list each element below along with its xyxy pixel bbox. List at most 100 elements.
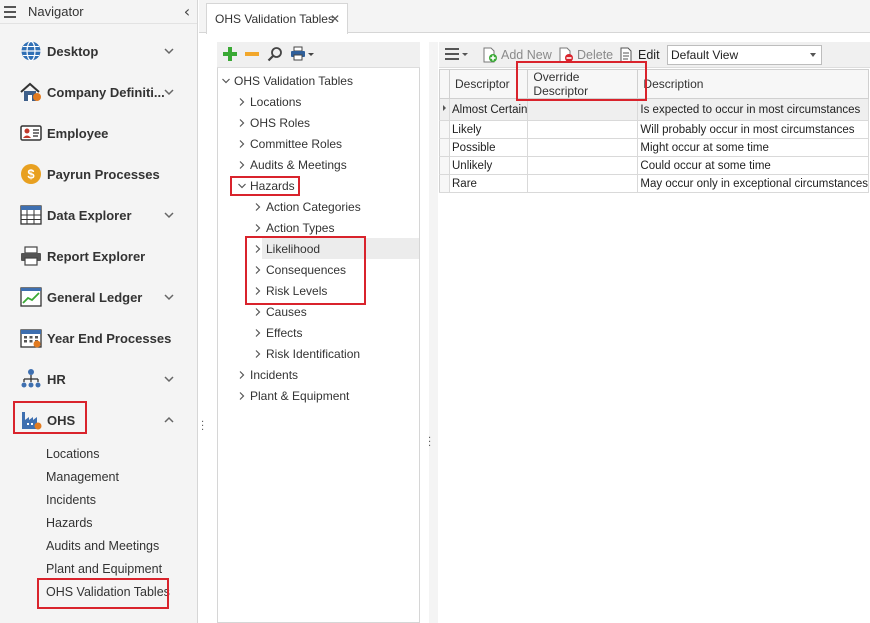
app-window: Navigator ‹ Desktop Company Definiti... … <box>0 0 870 623</box>
collapsed-arrow-icon[interactable] <box>237 160 247 170</box>
nav-item-employee[interactable]: Employee <box>0 118 198 148</box>
svg-text:$: $ <box>27 167 35 182</box>
cell-descriptor[interactable]: Rare <box>448 174 529 193</box>
chevron-down-icon[interactable] <box>162 208 176 222</box>
row-indicator[interactable] <box>439 138 450 157</box>
nav-subitem-hazards[interactable]: Hazards <box>46 516 93 530</box>
tree-node-causes[interactable]: Causes <box>253 301 307 322</box>
add-icon[interactable] <box>222 46 238 62</box>
chevron-down-icon[interactable] <box>162 290 176 304</box>
collapsed-arrow-icon[interactable] <box>237 391 247 401</box>
print-dropdown-icon[interactable] <box>290 46 316 62</box>
nav-item-desktop[interactable]: Desktop <box>0 36 198 66</box>
search-icon[interactable] <box>267 46 283 62</box>
cell-description[interactable]: Might occur at some time <box>637 138 869 157</box>
cell-descriptor[interactable]: Likely <box>448 120 529 139</box>
nav-item-label: General Ledger <box>47 289 143 305</box>
chevron-down-icon[interactable] <box>162 85 176 99</box>
nav-subitem-management[interactable]: Management <box>46 470 119 484</box>
tree-node-root[interactable]: OHS Validation Tables <box>221 70 353 91</box>
nav-item-label: HR <box>47 371 66 387</box>
tab-ohs-validation-tables[interactable]: OHS Validation Tables ✕ <box>206 3 348 34</box>
nav-item-company-definitions[interactable]: Company Definiti... <box>0 77 198 107</box>
row-indicator[interactable] <box>439 98 450 121</box>
cell-override[interactable] <box>527 174 639 193</box>
tree-node-committee-roles[interactable]: Committee Roles <box>237 133 342 154</box>
tree-node-incidents[interactable]: Incidents <box>237 364 298 385</box>
nav-item-year-end-processes[interactable]: Year End Processes <box>0 323 198 353</box>
current-row-arrow-icon <box>443 105 446 111</box>
row-indicator-header <box>439 69 450 99</box>
tree-node-locations[interactable]: Locations <box>237 91 301 112</box>
nav-subitem-audits-and-meetings[interactable]: Audits and Meetings <box>46 539 159 553</box>
row-indicator[interactable] <box>439 120 450 139</box>
nav-subitem-locations[interactable]: Locations <box>46 447 100 461</box>
tree-node-label: Effects <box>266 325 303 340</box>
table-row[interactable]: Possible Might occur at some time <box>439 138 869 157</box>
table-row[interactable]: Almost Certain Is expected to occur in m… <box>439 98 869 121</box>
nav-item-label: Company Definiti... <box>47 84 165 100</box>
splitter-grip-icon[interactable]: · · · <box>428 434 431 452</box>
cell-descriptor[interactable]: Possible <box>448 138 529 157</box>
collapsed-arrow-icon[interactable] <box>253 328 263 338</box>
nav-subitem-plant-and-equipment[interactable]: Plant and Equipment <box>46 562 162 576</box>
collapsed-arrow-icon[interactable] <box>253 223 263 233</box>
cell-descriptor[interactable]: Unlikely <box>448 156 529 175</box>
chevron-down-icon[interactable] <box>162 44 176 58</box>
tree-node-label: OHS Validation Tables <box>234 73 353 88</box>
cell-description[interactable]: May occur only in exceptional circumstan… <box>637 174 869 193</box>
table-row[interactable]: Rare May occur only in exceptional circu… <box>439 174 869 193</box>
cell-description[interactable]: Will probably occur in most circumstance… <box>637 120 869 139</box>
collapsed-arrow-icon[interactable] <box>253 307 263 317</box>
navigator-title: Navigator <box>28 4 84 19</box>
hamburger-menu-icon[interactable] <box>4 5 16 18</box>
panel-splitter-grip[interactable]: · · · <box>201 418 204 436</box>
row-indicator[interactable] <box>439 156 450 175</box>
expanded-arrow-icon[interactable] <box>221 76 231 86</box>
nav-item-label: Desktop <box>47 43 99 59</box>
collapsed-arrow-icon[interactable] <box>237 97 247 107</box>
table-row[interactable]: Likely Will probably occur in most circu… <box>439 120 869 139</box>
close-tab-icon[interactable]: ✕ <box>330 12 340 26</box>
cell-override[interactable] <box>527 98 639 121</box>
collapse-navigator-icon[interactable]: ‹ <box>177 2 197 21</box>
nav-item-general-ledger[interactable]: General Ledger <box>0 282 198 312</box>
collapsed-arrow-icon[interactable] <box>253 202 263 212</box>
tree-node-plant-equipment[interactable]: Plant & Equipment <box>237 385 349 406</box>
cell-description[interactable]: Is expected to occur in most circumstanc… <box>637 98 869 121</box>
table-row[interactable]: Unlikely Could occur at some time <box>439 156 869 175</box>
chevron-down-icon[interactable] <box>162 372 176 386</box>
cell-description[interactable]: Could occur at some time <box>637 156 869 175</box>
nav-item-payrun-processes[interactable]: $ Payrun Processes <box>0 159 198 189</box>
tree-node-action-types[interactable]: Action Types <box>253 217 334 238</box>
column-header-description[interactable]: Description <box>637 69 869 99</box>
cell-override[interactable] <box>527 120 639 139</box>
tree-node-action-categories[interactable]: Action Categories <box>253 196 361 217</box>
view-select[interactable]: Default View <box>667 45 822 65</box>
cell-descriptor[interactable]: Almost Certain <box>448 98 529 121</box>
nav-subitem-incidents[interactable]: Incidents <box>46 493 96 507</box>
nav-item-hr[interactable]: HR <box>0 364 198 394</box>
document-tab-strip: OHS Validation Tables ✕ <box>199 0 870 34</box>
tree-node-risk-identification[interactable]: Risk Identification <box>253 343 360 364</box>
cell-override[interactable] <box>527 138 639 157</box>
tree-node-audits-meetings[interactable]: Audits & Meetings <box>237 154 347 175</box>
edit-label: Edit <box>638 48 660 62</box>
remove-icon[interactable] <box>244 46 260 62</box>
collapsed-arrow-icon[interactable] <box>237 139 247 149</box>
dollar-coin-icon: $ <box>21 164 41 184</box>
collapsed-arrow-icon[interactable] <box>253 349 263 359</box>
chevron-up-icon[interactable] <box>162 413 176 427</box>
nav-item-data-explorer[interactable]: Data Explorer <box>0 200 198 230</box>
nav-item-report-explorer[interactable]: Report Explorer <box>0 241 198 271</box>
nav-item-label: Year End Processes <box>47 330 172 346</box>
tree-grid-splitter[interactable] <box>429 42 438 623</box>
collapsed-arrow-icon[interactable] <box>237 370 247 380</box>
cell-override[interactable] <box>527 156 639 175</box>
grid-menu-button[interactable] <box>445 47 469 61</box>
collapsed-arrow-icon[interactable] <box>237 118 247 128</box>
dropdown-arrow-icon[interactable] <box>810 53 816 57</box>
row-indicator[interactable] <box>439 174 450 193</box>
tree-node-effects[interactable]: Effects <box>253 322 302 343</box>
tree-node-ohs-roles[interactable]: OHS Roles <box>237 112 310 133</box>
